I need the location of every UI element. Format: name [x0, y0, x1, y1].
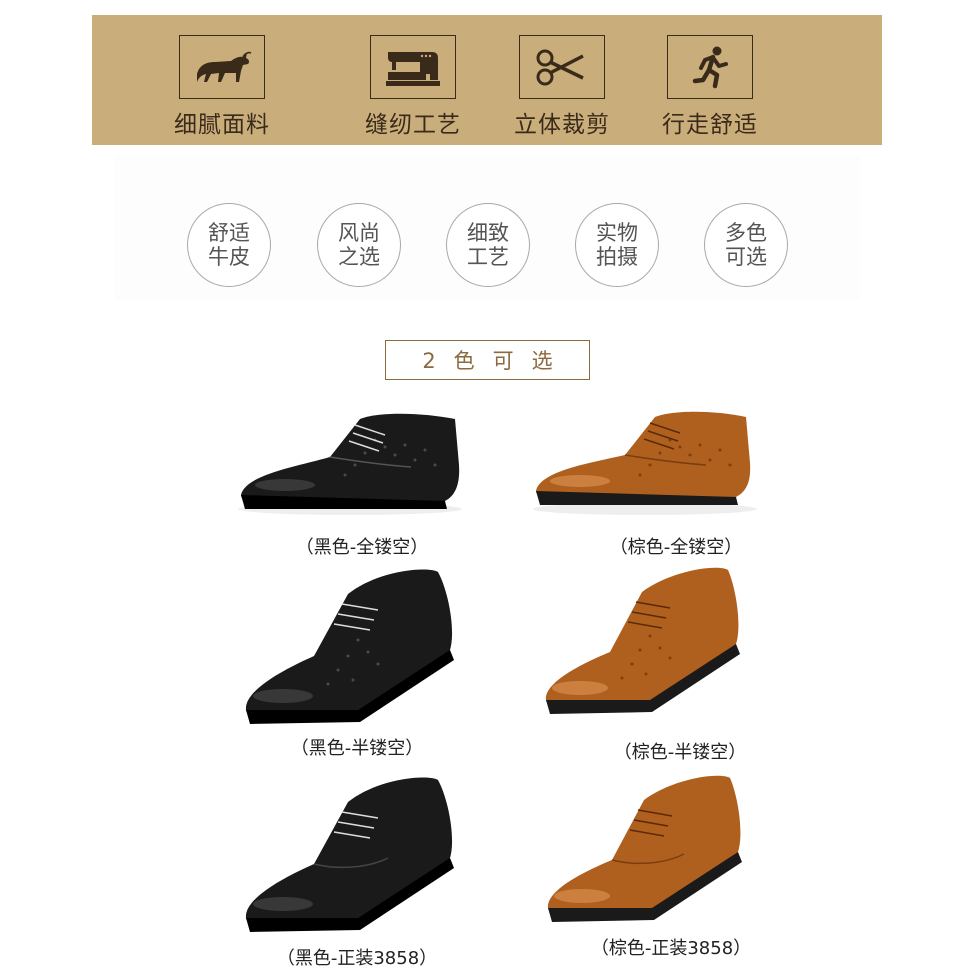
feature-label: 行走舒适: [662, 112, 758, 138]
feature-comfort: 行走舒适: [635, 35, 785, 139]
caption-black-full-perforated: （黑色-全镂空）: [295, 537, 429, 558]
caption-brown-half-perforated: （棕色-半镂空）: [613, 742, 747, 763]
shoe-brown-full-perforated[interactable]: [530, 405, 760, 520]
feature-banner: 细腻面料 缝纫工艺 立体裁剪 行走舒适: [92, 15, 882, 145]
feature-label: 缝纫工艺: [365, 112, 461, 138]
feature-cutting: 立体裁剪: [487, 35, 637, 139]
sewing-machine-icon: [370, 35, 456, 99]
caption-brown-full-perforated: （棕色-全镂空）: [609, 537, 743, 558]
running-person-icon: [667, 35, 753, 99]
shoe-brown-half-perforated[interactable]: [538, 560, 748, 720]
badge-real-photo: 实物 拍摄: [575, 203, 659, 287]
shoe-black-formal[interactable]: [238, 768, 463, 938]
feature-label: 细腻面料: [174, 112, 270, 138]
shoe-black-full-perforated[interactable]: [235, 405, 465, 520]
section-title: 2色可选: [385, 340, 590, 380]
shoe-black-half-perforated[interactable]: [238, 560, 463, 730]
bull-icon: [179, 35, 265, 99]
badge-comfort-leather: 舒适 牛皮: [187, 203, 271, 287]
feature-fabric: 细腻面料: [147, 35, 297, 139]
feature-sewing: 缝纫工艺: [338, 35, 488, 139]
caption-black-half-perforated: （黑色-半镂空）: [290, 738, 424, 759]
badge-fashion-choice: 风尚 之选: [317, 203, 401, 287]
caption-brown-formal: （棕色-正装3858）: [590, 938, 752, 959]
shoe-brown-formal[interactable]: [540, 768, 750, 928]
badge-multi-color: 多色 可选: [704, 203, 788, 287]
badge-fine-craft: 细致 工艺: [446, 203, 530, 287]
feature-label: 立体裁剪: [514, 112, 610, 138]
caption-black-formal: （黑色-正装3858）: [276, 948, 438, 969]
scissors-icon: [519, 35, 605, 99]
